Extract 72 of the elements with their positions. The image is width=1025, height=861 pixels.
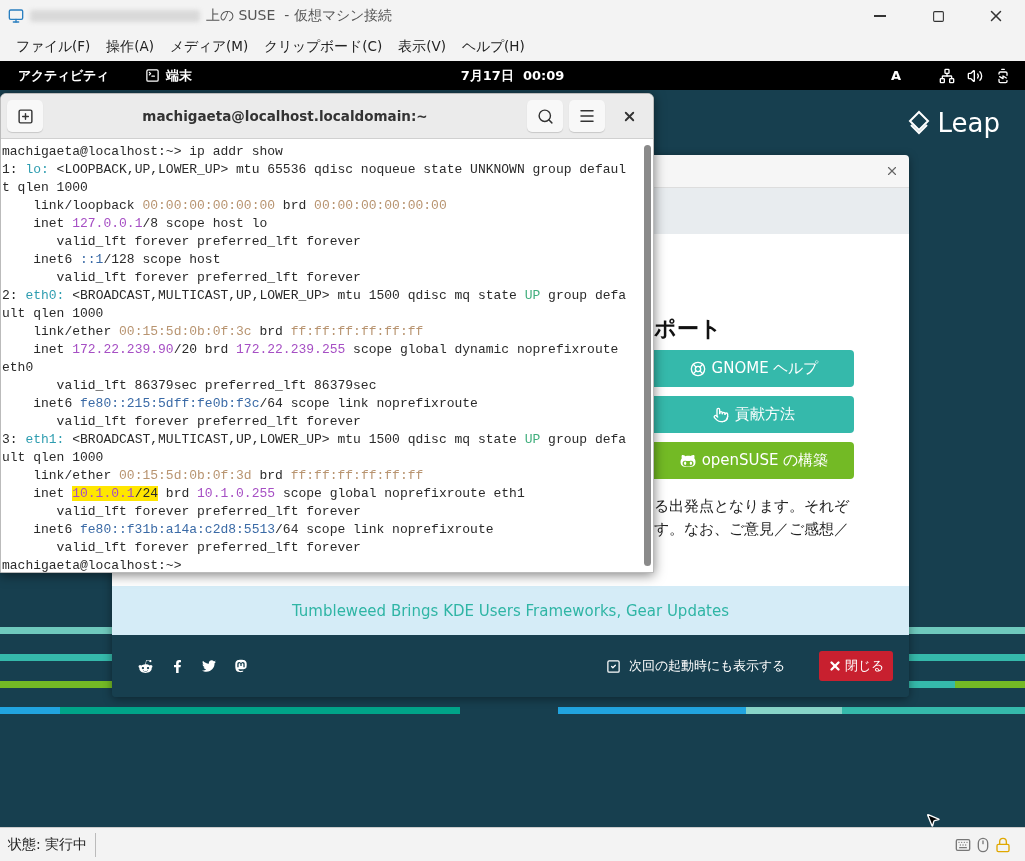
activities-button[interactable]: アクティビティ — [18, 66, 109, 85]
terminal-line: 2: eth0: <BROADCAST,MULTICAST,UP,LOWER_UP> mtu 1500 qdisc mq state UP group defa — [2, 287, 628, 305]
terminal-line: inet 127.0.0.1/8 scope host lo — [32, 215, 269, 233]
paragraph-line: す。なお、ご意見／ご感想／ — [654, 520, 850, 539]
terminal-icon — [145, 68, 160, 83]
maximize-icon — [931, 9, 945, 23]
layered-diamond-icon — [907, 110, 930, 136]
terminal-line: valid_lft forever preferred_lft forever — [55, 269, 362, 287]
checkbox[interactable] — [606, 658, 621, 674]
terminal-line: machigaeta@localhost:~> ip addr show — [2, 143, 284, 161]
scrollbar-thumb[interactable] — [643, 145, 651, 566]
mouse-icon — [975, 836, 991, 853]
minimize-icon — [874, 15, 886, 17]
monitor-icon — [8, 8, 24, 24]
menu-item[interactable]: メディア(M) — [162, 37, 257, 56]
menu-item[interactable]: ファイル(F) — [8, 37, 99, 56]
terminal-line: valid_lft 86379sec preferred_lft 86379sec — [55, 377, 378, 395]
checkbox-label: 次回の起動時にも表示する — [629, 657, 785, 675]
terminal-line: valid_lft forever preferred_lft forever — [55, 233, 362, 251]
mouse-cursor-icon — [925, 812, 941, 827]
pointing-hand-icon — [713, 406, 729, 423]
section-heading: ポート — [654, 315, 723, 343]
logo-text: Leap — [937, 108, 1000, 138]
terminal-line: valid_lft forever preferred_lft forever — [55, 413, 362, 431]
terminal-line: valid_lft forever preferred_lft forever — [55, 503, 362, 521]
volume-icon[interactable] — [967, 67, 983, 84]
terminal-line: link/ether 00:15:5d:0b:0f:3c brd ff:ff:ff:ff:ff:ff — [32, 323, 425, 341]
terminal-line: inet6 ::1/128 scope host — [32, 251, 222, 269]
cat-icon — [679, 452, 696, 469]
menu-item[interactable]: 表示(V) — [390, 37, 455, 56]
terminal-line: ult qlen 1000 — [2, 449, 105, 467]
terminal-line: machigaeta@localhost:~> — [2, 557, 183, 572]
plus-icon — [16, 107, 34, 125]
new-tab-button[interactable] — [7, 100, 43, 132]
status-text: 状態: 実行中 — [0, 832, 97, 857]
window-title: 上の SUSE - 仮想マシン接続 — [206, 7, 392, 25]
terminal-title: machigaeta@localhost.localdomain:~ — [141, 108, 429, 124]
clock[interactable]: 7月17日 00:09 — [460, 66, 565, 85]
mastodon-icon[interactable] — [234, 659, 248, 673]
terminal-line: inet6 fe80::f31b:a14a:c2d8:5513/64 scope link noprefixroute — [32, 521, 495, 539]
menu-item[interactable]: 操作(A) — [98, 37, 163, 56]
terminal-line: inet6 fe80::215:5dff:fe0b:f3c/64 scope link noprefixroute — [32, 395, 479, 413]
lock-icon — [995, 836, 1011, 853]
terminal-line: eth0 — [2, 359, 35, 377]
close-icon[interactable] — [885, 164, 899, 178]
app-menu[interactable]: 端末 — [166, 66, 192, 85]
twitter-icon[interactable] — [202, 659, 216, 673]
terminal-line: link/ether 00:15:5d:0b:0f:3d brd ff:ff:ff:ff:ff:ff — [32, 467, 425, 485]
battery-icon[interactable] — [995, 67, 1011, 84]
input-method-indicator[interactable]: A — [890, 68, 901, 83]
terminal-line: 1: lo: <LOOPBACK,UP,LOWER_UP> mtu 65536 qdisc noqueue state UNKNOWN group defaul — [2, 161, 628, 179]
search-icon — [536, 107, 554, 125]
menu-item[interactable]: クリップボード(C) — [256, 37, 391, 56]
search-button[interactable] — [527, 100, 563, 132]
terminal-line: inet 10.1.0.1/24 brd 10.1.0.255 scope global noprefixroute eth1 — [32, 485, 526, 503]
terminal-line: valid_lft forever preferred_lft forever — [55, 539, 362, 557]
facebook-icon[interactable] — [171, 659, 184, 673]
reddit-icon[interactable] — [138, 658, 153, 674]
keyboard-icon — [955, 836, 971, 853]
menu-icon — [578, 107, 596, 125]
menu-item[interactable]: ヘルプ(H) — [454, 37, 533, 56]
terminal-line: inet 172.22.239.90/20 brd 172.22.239.255 scope global dynamic noprefixroute — [32, 341, 620, 359]
terminal-line: t qlen 1000 — [2, 179, 89, 197]
menu-button[interactable] — [569, 100, 605, 132]
terminal-line: 3: eth1: <BROADCAST,MULTICAST,UP,LOWER_UP> mtu 1500 qdisc mq state UP group defa — [2, 431, 628, 449]
lifebuoy-icon — [689, 360, 706, 377]
terminal-line: link/loopback 00:00:00:00:00:00 brd 00:00:00:00:00:00 — [32, 197, 448, 215]
terminal-line: ult qlen 1000 — [2, 305, 105, 323]
network-icon[interactable] — [939, 67, 955, 84]
close-dialog-button[interactable]: 閉じる — [819, 651, 893, 681]
paragraph-line: る出発点となります。それぞ — [654, 497, 851, 516]
close-icon — [828, 659, 842, 673]
